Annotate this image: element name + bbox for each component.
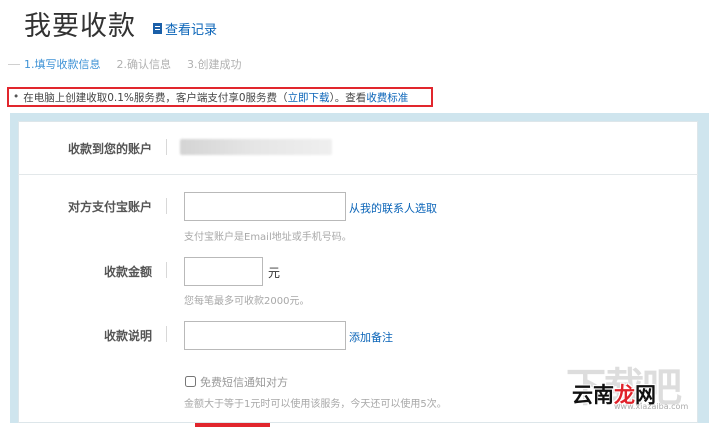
notice-text-middle: ）。查看	[329, 91, 367, 104]
add-note-link[interactable]: 添加备注	[349, 329, 393, 345]
fee-standard-link[interactable]: 收费标准	[366, 90, 408, 105]
label-separator	[166, 139, 167, 155]
sms-notify-checkbox[interactable]	[185, 376, 196, 387]
amount-unit: 元	[268, 266, 281, 280]
label-separator	[166, 198, 167, 214]
note-input[interactable]	[184, 321, 346, 350]
view-history-label: 查看记录	[165, 23, 218, 38]
step-confirm-info: 2.确认信息	[116, 58, 172, 71]
next-button-edge[interactable]	[195, 423, 270, 427]
payer-account-label: 对方支付宝账户	[67, 200, 152, 214]
payer-account-hint: 支付宝账户是Email地址或手机号码。	[184, 232, 352, 243]
download-now-link[interactable]: 立即下载	[288, 90, 330, 105]
notice-bullet: •	[13, 91, 20, 103]
payer-account-input[interactable]	[184, 192, 346, 221]
view-history-link[interactable]: 查看记录	[153, 19, 217, 38]
page-title: 我要收款	[24, 11, 136, 42]
note-label: 收款说明	[103, 329, 152, 343]
sms-notify-hint: 金额大于等于1元时可以使用该服务，今天还可以使用5次。	[184, 399, 447, 410]
progress-steps: 1.填写收款信息 2.确认信息 3.创建成功	[0, 56, 258, 72]
amount-label: 收款金额	[103, 265, 152, 279]
receive-account-label: 收款到您的账户	[67, 142, 152, 156]
account-value-redacted	[180, 139, 332, 155]
sms-notify-label: 免费短信通知对方	[200, 376, 288, 389]
step-indicator-line	[8, 63, 20, 65]
step-fill-info: 1.填写收款信息	[24, 58, 101, 71]
label-separator	[166, 326, 167, 342]
document-icon	[153, 23, 162, 34]
notice-text-before: 在电脑上创建收取0.1%服务费，客户端支付享0服务费（	[23, 91, 288, 104]
step-created: 3.创建成功	[187, 58, 242, 71]
watermark-logo: 下载吧 云南龙网 www.xiazaiba.com	[566, 365, 689, 411]
row-divider	[18, 174, 698, 175]
amount-hint: 您每笔最多可收款2000元。	[184, 296, 310, 307]
amount-input[interactable]	[184, 257, 263, 286]
label-separator	[166, 262, 167, 278]
fee-notice: • 在电脑上创建收取0.1%服务费，客户端支付享0服务费（ 立即下载 ）。查看 …	[7, 87, 433, 107]
select-from-contacts-link[interactable]: 从我的联系人选取	[349, 200, 437, 216]
